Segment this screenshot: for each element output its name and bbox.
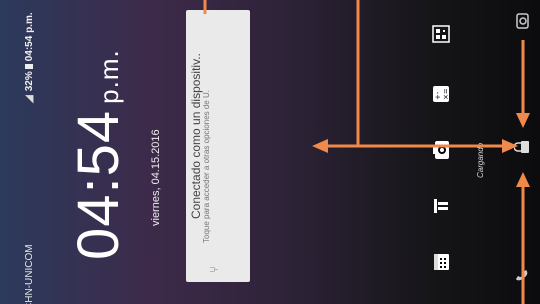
charging-text: Cargando [476, 142, 485, 178]
status-bar: ◢ 32% 04:54 p.m. [24, 0, 40, 103]
camera-icon[interactable] [513, 12, 531, 30]
svg-text:×=: ×= [442, 88, 450, 100]
calculator-icon[interactable]: +- ×= [429, 82, 453, 106]
camera-icon[interactable] [429, 138, 453, 162]
clock-time: 04:54 [66, 109, 131, 260]
notification-subtitle: Toque para acceder a otras opciones de U… [202, 90, 211, 243]
signal-icon: ◢ [24, 95, 35, 103]
phone-icon[interactable] [513, 266, 531, 284]
clock-ampm: p.m. [94, 49, 124, 104]
carrier-name: CHN-UNICOM [24, 244, 35, 304]
battery-level: 32% [24, 71, 35, 92]
flashlight-icon[interactable] [429, 194, 453, 218]
calendar-icon[interactable] [429, 250, 453, 274]
lock-icon[interactable] [513, 138, 531, 156]
usb-icon: ⑂ [207, 265, 221, 273]
lock-clock: 04:54 p.m. [65, 49, 135, 260]
svg-text:+-: +- [434, 91, 442, 100]
qr-scanner-icon[interactable] [429, 22, 453, 46]
lock-date: viernes, 04.15.2016 [150, 129, 162, 226]
lock-screen: CHN-UNICOM ◢ 32% 04:54 p.m. 04:54 p.m. vier… [0, 0, 540, 304]
status-time: 04:54 p.m. [24, 12, 35, 62]
battery-icon [25, 64, 33, 70]
